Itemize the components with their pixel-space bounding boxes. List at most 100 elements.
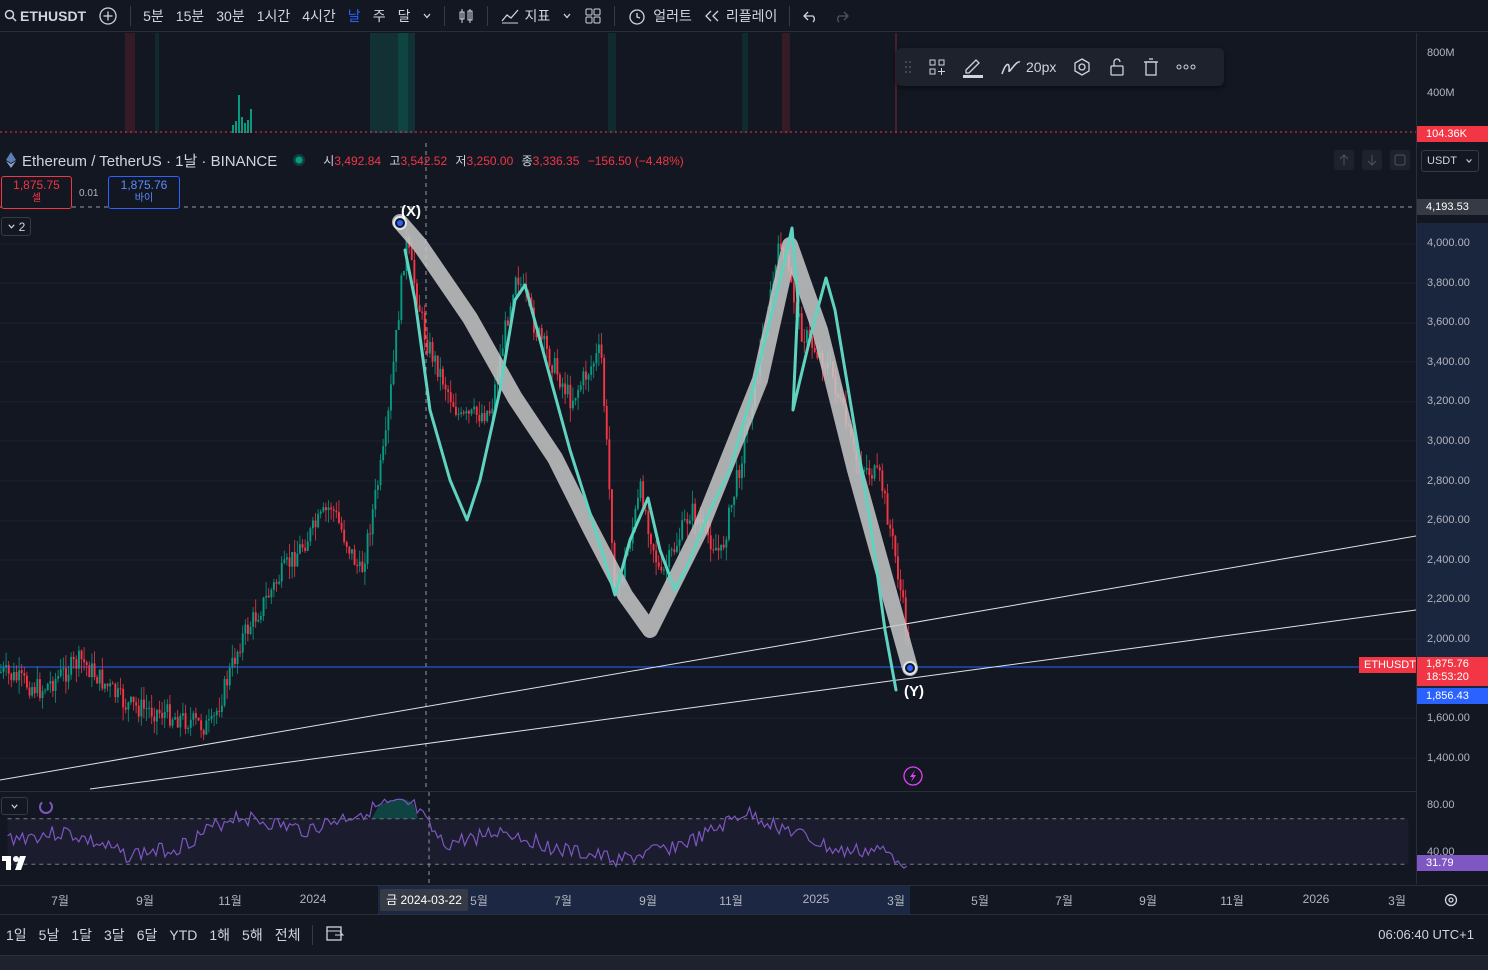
candle-body xyxy=(574,397,577,401)
move-up-icon[interactable] xyxy=(1334,150,1354,170)
pencil-icon xyxy=(963,59,983,78)
candle-body xyxy=(897,556,899,580)
interval-4h[interactable]: 4시간 xyxy=(296,0,342,32)
time-label: 9월 xyxy=(136,894,154,908)
candle-body xyxy=(96,677,99,684)
candle-body xyxy=(689,520,691,524)
interval-month[interactable]: 달 xyxy=(392,0,417,32)
range-5d[interactable]: 5날 xyxy=(33,925,66,945)
range-1y[interactable]: 1해 xyxy=(203,925,236,945)
interval-30m[interactable]: 30분 xyxy=(210,0,250,32)
interval-1h[interactable]: 1시간 xyxy=(251,0,297,32)
buy-button[interactable]: 1,875.76 바이 xyxy=(108,176,180,209)
candle-body xyxy=(247,624,249,634)
candle-body xyxy=(10,673,13,681)
current-price-value: 1,875.76 xyxy=(1426,658,1469,670)
price-axis[interactable]: 800M 400M 104.36K USDT 4,193.53 4,000.00… xyxy=(1416,33,1488,884)
replay-button[interactable]: 리플레이 xyxy=(698,0,784,32)
settings-button[interactable] xyxy=(1064,48,1100,86)
add-template-button[interactable] xyxy=(920,48,954,86)
range-6m[interactable]: 6달 xyxy=(131,925,164,945)
candle-body xyxy=(280,562,283,582)
candle-body xyxy=(286,557,288,560)
drag-handle[interactable] xyxy=(896,48,920,86)
candle-body xyxy=(291,551,294,567)
undo-button[interactable] xyxy=(796,0,826,32)
range-3m[interactable]: 3달 xyxy=(98,925,131,945)
candle-body xyxy=(327,507,330,511)
candle-body xyxy=(150,707,153,717)
rsi-collapse-button[interactable] xyxy=(1,797,28,815)
candle-body xyxy=(605,406,608,440)
indicators-collapse-button[interactable]: 2 xyxy=(1,217,31,236)
time-axis[interactable]: 7월 9월 11월 2024 5월 7월 9월 11월 2025 3월 5월 7… xyxy=(0,885,1488,914)
goto-date-button[interactable] xyxy=(319,924,351,945)
range-all[interactable]: 전체 xyxy=(269,925,307,945)
candle-body xyxy=(434,355,437,362)
candle-body xyxy=(462,412,465,414)
alert-button[interactable]: 얼러트 xyxy=(621,0,698,32)
candle-body xyxy=(423,312,426,340)
line-width-button[interactable]: 20px xyxy=(992,48,1064,86)
settings-icon[interactable] xyxy=(1443,892,1459,908)
candle-body xyxy=(351,549,353,554)
compare-button[interactable] xyxy=(92,0,124,32)
candle-body xyxy=(176,717,179,728)
line-color-button[interactable] xyxy=(954,48,992,86)
candle-body xyxy=(88,665,91,678)
candle-body xyxy=(722,544,725,548)
interval-15m[interactable]: 15분 xyxy=(170,0,210,32)
main-chart[interactable]: (X) (Y) xyxy=(0,143,1416,790)
price-label-2400: 2,400.00 xyxy=(1427,554,1470,566)
delete-button[interactable] xyxy=(1134,48,1168,86)
lock-button[interactable] xyxy=(1100,48,1134,86)
currency-selector[interactable]: USDT xyxy=(1421,150,1479,172)
range-5y[interactable]: 5해 xyxy=(236,925,269,945)
maximize-pane-icon[interactable] xyxy=(1390,150,1410,170)
redo-button[interactable] xyxy=(826,0,856,32)
candle-body xyxy=(345,541,348,547)
interval-day[interactable]: 날 xyxy=(342,0,367,32)
chart-type-button[interactable] xyxy=(451,0,481,32)
more-button[interactable] xyxy=(1168,48,1204,86)
candle-body xyxy=(67,674,70,682)
candle-body xyxy=(421,311,424,313)
candle-body xyxy=(683,519,686,521)
interval-5m[interactable]: 5분 xyxy=(137,0,170,32)
candle-body xyxy=(36,679,39,694)
indicators-dropdown[interactable] xyxy=(556,0,578,32)
candle-body xyxy=(587,374,590,380)
lightning-icon[interactable] xyxy=(903,766,923,786)
candle-body xyxy=(132,696,135,703)
symbol-title[interactable]: Ethereum / TetherUS · 1날 · BINANCE xyxy=(22,150,277,171)
sell-button[interactable]: 1,875.75 셀 xyxy=(1,176,72,209)
move-down-icon[interactable] xyxy=(1362,150,1382,170)
candle-body xyxy=(7,665,10,674)
rsi-value-tag: 31.79 xyxy=(1417,855,1488,871)
trendline-upper[interactable] xyxy=(0,535,1416,781)
rsi-pane[interactable] xyxy=(0,791,1416,884)
candle-body xyxy=(572,400,574,409)
range-1d[interactable]: 1일 xyxy=(0,925,33,945)
range-ytd[interactable]: YTD xyxy=(163,927,203,943)
candle-body xyxy=(182,713,184,716)
trendline-lower[interactable] xyxy=(89,609,1416,790)
candle-body xyxy=(325,507,327,511)
candle-body xyxy=(379,460,382,486)
candle-body xyxy=(83,659,86,663)
candle-body xyxy=(442,368,444,385)
symbol-search[interactable]: ETHUSDT xyxy=(0,0,92,32)
layouts-button[interactable] xyxy=(578,0,608,32)
interval-dropdown[interactable] xyxy=(416,0,438,32)
candle-body xyxy=(444,384,447,390)
interval-week[interactable]: 주 xyxy=(367,0,392,32)
price-label-3800: 3,800.00 xyxy=(1427,277,1470,289)
candle-body xyxy=(158,709,161,713)
range-1m[interactable]: 1달 xyxy=(65,925,98,945)
candle-body xyxy=(793,282,795,303)
indicators-button[interactable]: 지표 xyxy=(494,0,556,32)
candle-body xyxy=(439,368,442,377)
clock[interactable]: 06:06:40 UTC+1 xyxy=(1372,927,1488,942)
wxy-pattern-path[interactable] xyxy=(392,214,918,676)
time-label: 2026 xyxy=(1302,892,1330,906)
